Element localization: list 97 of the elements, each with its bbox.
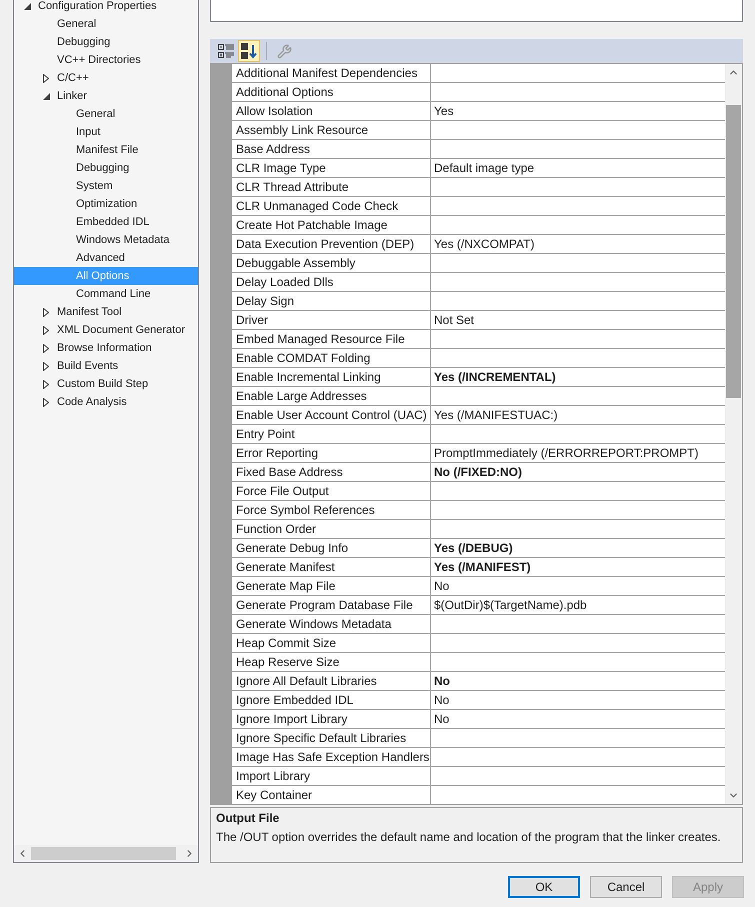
horizontal-scrollbar[interactable] (14, 845, 198, 862)
tree-item[interactable]: General (14, 105, 198, 123)
property-name: Create Hot Patchable Image (232, 216, 431, 235)
property-name: Generate Windows Metadata (232, 615, 431, 634)
property-name: Enable User Account Control (UAC) (232, 406, 431, 425)
tree-item[interactable]: Embedded IDL (14, 213, 198, 231)
property-name: Force Symbol References (232, 501, 431, 520)
property-name: Enable Large Addresses (232, 387, 431, 406)
property-name: Allow Isolation (232, 102, 431, 121)
property-name: Ignore Import Library (232, 710, 431, 729)
tree-item[interactable]: Manifest File (14, 141, 198, 159)
property-value-field[interactable]: Not Set (431, 311, 725, 330)
tree-item[interactable]: Command Line (14, 285, 198, 303)
collapsed-triangle-icon[interactable] (43, 326, 49, 334)
tree-item[interactable]: Windows Metadata (14, 231, 198, 249)
property-name: Generate Program Database File (232, 596, 431, 615)
expanded-triangle-icon[interactable] (43, 92, 50, 100)
property-name: Delay Loaded Dlls (232, 273, 431, 292)
tree-item[interactable]: Debugging (14, 33, 198, 51)
collapsed-triangle-icon[interactable] (43, 344, 49, 352)
property-name: Embed Managed Resource File (232, 330, 431, 349)
property-name: Ignore Embedded IDL (232, 691, 431, 710)
property-value-field[interactable]: Yes (431, 102, 725, 121)
property-value-field[interactable]: PromptImmediately (/ERRORREPORT:PROMPT) (431, 444, 725, 463)
dialog-button[interactable]: OK (508, 876, 580, 898)
property-name: CLR Image Type (232, 159, 431, 178)
property-value-field[interactable]: Default image type (431, 159, 725, 178)
property-name: Function Order (232, 520, 431, 539)
property-value-field[interactable]: $(OutDir)$(TargetName).pdb (431, 596, 725, 615)
expanded-triangle-icon[interactable] (24, 2, 31, 10)
property-name: Entry Point (232, 425, 431, 444)
property-name: Debuggable Assembly (232, 254, 431, 273)
tree-item[interactable]: C/C++ (14, 69, 198, 87)
collapsed-triangle-icon[interactable] (43, 362, 49, 370)
tree-item[interactable]: Configuration Properties (14, 0, 198, 15)
property-value-field[interactable]: No (/FIXED:NO) (431, 463, 725, 482)
tree-item[interactable]: General (14, 15, 198, 33)
property-name: CLR Unmanaged Code Check (232, 197, 431, 216)
tree-item[interactable]: Optimization (14, 195, 198, 213)
tree-item[interactable]: Code Analysis (14, 393, 198, 411)
property-name: Driver (232, 311, 431, 330)
property-name: Fixed Base Address (232, 463, 431, 482)
collapsed-triangle-icon[interactable] (43, 398, 49, 406)
tree-item[interactable]: Linker (14, 87, 198, 105)
property-name: Heap Reserve Size (232, 653, 431, 672)
categorized-list-icon (218, 43, 234, 59)
tree-item[interactable]: Advanced (14, 249, 198, 267)
property-name: Enable COMDAT Folding (232, 349, 431, 368)
tree-item[interactable]: XML Document Generator (14, 321, 198, 339)
description-title: Output File (216, 810, 280, 827)
tree-item[interactable]: Custom Build Step (14, 375, 198, 393)
property-name: Generate Debug Info (232, 539, 431, 558)
property-name: Additional Manifest Dependencies (232, 64, 431, 83)
collapsed-triangle-icon[interactable] (43, 380, 49, 388)
tree-item[interactable]: System (14, 177, 198, 195)
property-name: Generate Manifest (232, 558, 431, 577)
property-name: Generate Map File (232, 577, 431, 596)
property-name: CLR Thread Attribute (232, 178, 431, 197)
property-value-field[interactable]: No (431, 710, 725, 729)
property-value-field[interactable]: Yes (/DEBUG) (431, 539, 725, 558)
property-name: Assembly Link Resource (232, 121, 431, 140)
property-name: Data Execution Prevention (DEP) (232, 235, 431, 254)
property-name: Key Container (232, 786, 431, 804)
property-value-field[interactable]: No (431, 672, 725, 691)
property-value-field[interactable]: Yes (/MANIFESTUAC:) (431, 406, 725, 425)
description-text: The /OUT option overrides the default name and location of the program that the linker creates. (216, 829, 721, 846)
property-name: Force File Output (232, 482, 431, 501)
property-name: Base Address (232, 140, 431, 159)
property-name: Error Reporting (232, 444, 431, 463)
property-name: Ignore Specific Default Libraries (232, 729, 431, 748)
property-name: Ignore All Default Libraries (232, 672, 431, 691)
scrollbar-thumb[interactable] (31, 847, 176, 860)
scrollbar-thumb[interactable] (726, 105, 741, 398)
tree-item[interactable]: VC++ Directories (14, 51, 198, 69)
property-name: Heap Commit Size (232, 634, 431, 653)
dialog-button[interactable]: Cancel (590, 876, 662, 898)
property-name: Image Has Safe Exception Handlers (232, 748, 431, 767)
property-name: Enable Incremental Linking (232, 368, 431, 387)
sort-icon (241, 43, 257, 59)
tree-item[interactable]: Input (14, 123, 198, 141)
property-value-field[interactable]: Yes (/NXCOMPAT) (431, 235, 725, 254)
tree-item[interactable]: Manifest Tool (14, 303, 198, 321)
property-name: Import Library (232, 767, 431, 786)
vertical-scrollbar[interactable] (725, 64, 742, 804)
property-value-field[interactable]: Yes (/MANIFEST) (431, 558, 725, 577)
collapsed-triangle-icon[interactable] (43, 308, 49, 316)
wrench-icon (276, 44, 292, 58)
alphabetical-sort-button[interactable] (238, 40, 260, 62)
property-name: Additional Options (232, 83, 431, 102)
collapsed-triangle-icon[interactable] (43, 74, 49, 82)
property-value-field[interactable]: No (431, 577, 725, 596)
tree-item[interactable]: Browse Information (14, 339, 198, 357)
tree-item[interactable]: Debugging (14, 159, 198, 177)
property-name: Delay Sign (232, 292, 431, 311)
property-value-field[interactable]: No (431, 691, 725, 710)
tree-item[interactable]: Build Events (14, 357, 198, 375)
property-value-field[interactable]: Yes (/INCREMENTAL) (431, 368, 725, 387)
